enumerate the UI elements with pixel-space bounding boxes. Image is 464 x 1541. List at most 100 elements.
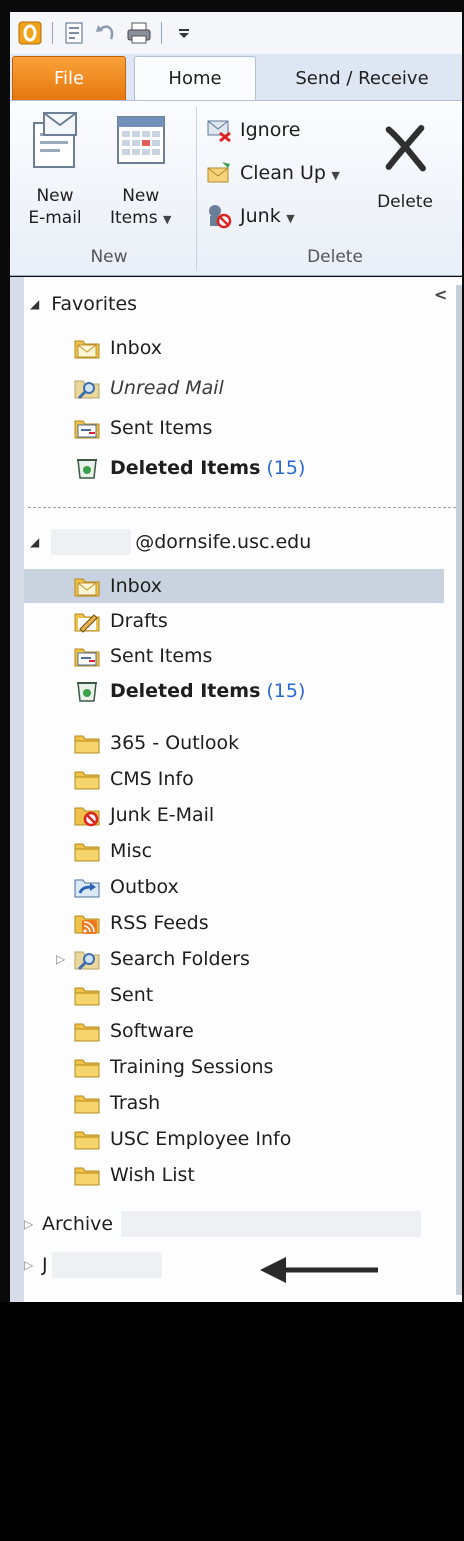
junk-button[interactable]: Junk ▼: [206, 201, 295, 231]
folder-label: Inbox: [110, 575, 162, 597]
qat-separator: [161, 22, 162, 44]
folder-label: Search Folders: [110, 948, 250, 970]
new-items-icon: [116, 116, 165, 164]
archive-label: Archive: [42, 1213, 114, 1235]
folder-item[interactable]: Trash: [24, 1086, 444, 1120]
sent-folder-icon: [74, 416, 100, 440]
scrollbar[interactable]: [456, 285, 462, 1295]
folder-label: Sent Items: [110, 417, 213, 439]
folder-item[interactable]: RSS Feeds: [24, 906, 444, 940]
folder-item[interactable]: Inbox: [24, 331, 444, 365]
archive-header[interactable]: [24, 1507, 444, 1541]
folder-icon: [74, 1019, 100, 1043]
qat-separator: [52, 22, 53, 44]
folder-label: Sent: [110, 984, 154, 1006]
ribbon-home: New E-mail New Items ▼ New Ignore Clean …: [10, 100, 462, 276]
expand-arrow-icon[interactable]: ▷: [56, 952, 70, 966]
folder-label: Unread Mail: [110, 377, 224, 399]
outbox-folder-icon: [74, 875, 100, 899]
folder-item[interactable]: Sent: [24, 978, 444, 1012]
folder-label: USC Employee Info: [110, 1128, 292, 1150]
sent-folder-icon: [74, 644, 100, 668]
folder-label: Drafts: [110, 610, 168, 632]
folder-item[interactable]: Unread Mail: [24, 371, 444, 405]
new-email-icon: [33, 112, 77, 168]
folder-item[interactable]: Outbox: [24, 870, 444, 904]
other-account-label: J: [42, 1254, 48, 1276]
folder-label: Inbox: [110, 337, 162, 359]
folder-item[interactable]: Training Sessions: [24, 1050, 444, 1084]
outlook-logo-icon[interactable]: [16, 19, 44, 47]
folder-item[interactable]: 365 - Outlook: [24, 726, 444, 760]
folder-label: Deleted Items: [110, 457, 261, 479]
folder-item[interactable]: Junk E-Mail: [24, 798, 444, 832]
folder-icon: [74, 767, 100, 791]
folder-icon: [74, 1163, 100, 1187]
junk-label: Junk ▼: [240, 205, 295, 227]
folder-item[interactable]: CMS Info: [24, 762, 444, 796]
folder-item[interactable]: Wish List: [24, 1158, 444, 1192]
new-email-button[interactable]: New E-mail: [26, 109, 84, 229]
folder-item[interactable]: ▷ Search Folders: [24, 942, 444, 976]
folder-item[interactable]: Inbox: [24, 569, 444, 603]
tab-send-receive[interactable]: Send / Receive: [262, 56, 462, 100]
folder-item[interactable]: Misc: [24, 834, 444, 868]
inbox-folder-icon: [74, 574, 100, 598]
folder-icon: [74, 1091, 100, 1115]
folder-item[interactable]: Drafts: [24, 604, 444, 638]
search-folder-icon: [74, 376, 100, 400]
delete-label: Delete: [377, 192, 433, 212]
favorites-header[interactable]: ◢ Favorites: [30, 287, 450, 321]
delete-button[interactable]: Delete: [376, 125, 434, 213]
other-mailbox[interactable]: ▷ J: [24, 1248, 444, 1282]
redacted-account-name: [51, 1252, 162, 1278]
folder-item[interactable]: Sent Items: [24, 411, 444, 445]
new-group-label: New: [90, 247, 128, 267]
folder-label: Deleted Items: [110, 680, 261, 702]
search-folder-icon: [74, 947, 100, 971]
send-receive-all-icon[interactable]: [61, 19, 89, 47]
print-icon[interactable]: [125, 19, 153, 47]
undo-icon[interactable]: [93, 19, 121, 47]
tab-file[interactable]: File: [12, 56, 126, 100]
folder-item[interactable]: Deleted Items (15): [24, 674, 444, 708]
folder-label: RSS Feeds: [110, 912, 209, 934]
tab-home[interactable]: Home: [134, 56, 256, 100]
junk-icon: [209, 205, 232, 229]
account-header[interactable]: ◢ @dornsife.usc.edu: [30, 525, 450, 559]
deleted-folder-icon: [74, 456, 100, 480]
quick-access-toolbar: [10, 12, 462, 54]
folder-label: Training Sessions: [110, 1056, 274, 1078]
expand-arrow-icon: ▷: [24, 1217, 34, 1231]
clean-up-button[interactable]: Clean Up ▼: [206, 158, 340, 188]
favorites-title: Favorites: [51, 293, 138, 315]
clean-up-label: Clean Up ▼: [240, 162, 340, 184]
folder-item[interactable]: Sent Items: [24, 639, 444, 673]
folder-label: Junk E-Mail: [110, 804, 215, 826]
archive-mailbox[interactable]: ▷ Archive: [24, 1207, 444, 1241]
pointer-arrow-icon: [260, 1257, 378, 1283]
new-items-button[interactable]: New Items ▼: [110, 109, 172, 231]
folder-icon: [74, 839, 100, 863]
clean-up-icon: [207, 162, 230, 183]
drafts-folder-icon: [74, 609, 100, 633]
folder-item[interactable]: USC Employee Info: [24, 1122, 444, 1156]
inbox-folder-icon: [74, 336, 100, 360]
folder-item[interactable]: Software: [24, 1014, 444, 1048]
customize-qat-icon[interactable]: [170, 19, 198, 47]
new-items-label-2: Items ▼: [110, 208, 172, 228]
deleted-folder-icon: [74, 679, 100, 703]
folder-item[interactable]: Deleted Items (15): [24, 451, 444, 485]
folder-icon: [74, 731, 100, 755]
delete-x-icon: [385, 125, 426, 172]
folder-label: Outbox: [110, 876, 179, 898]
delete-group-label: Delete: [307, 247, 363, 267]
navigation-pane: < ◢ Favorites ◢ @dornsife.usc.edu Inbox U…: [10, 277, 462, 1302]
ignore-button[interactable]: Ignore: [206, 115, 300, 145]
folder-icon: [74, 1055, 100, 1079]
collapse-arrow-icon: ◢: [30, 535, 40, 549]
account-email: @dornsife.usc.edu: [135, 531, 312, 553]
expand-arrow-icon: ▷: [24, 1258, 34, 1272]
redacted-archive-name: [121, 1211, 422, 1237]
junk-folder-icon: [74, 803, 100, 827]
